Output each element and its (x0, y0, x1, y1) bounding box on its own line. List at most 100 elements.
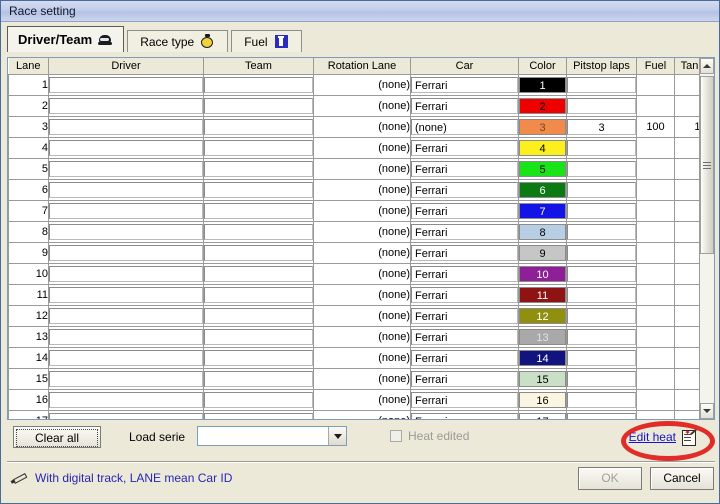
tank-limit-cell[interactable] (674, 137, 699, 159)
pitstop-laps-input[interactable] (567, 245, 636, 261)
rotation-lane-cell[interactable]: (none) (313, 284, 411, 306)
team-cell[interactable] (203, 284, 314, 306)
fuel-cell[interactable] (636, 95, 675, 117)
team-input[interactable] (204, 350, 313, 366)
rotation-lane-cell[interactable]: (none) (313, 347, 411, 369)
pitstop-laps-cell[interactable] (566, 95, 637, 117)
team-input[interactable] (204, 224, 313, 240)
car-input[interactable]: Ferrari (411, 266, 518, 282)
driver-input[interactable] (49, 119, 203, 135)
color-cell[interactable]: 4 (518, 137, 567, 159)
driver-input[interactable] (49, 392, 203, 408)
driver-input[interactable] (49, 287, 203, 303)
team-input[interactable] (204, 140, 313, 156)
lane-cell[interactable]: 2 (8, 95, 49, 117)
car-input[interactable]: Ferrari (411, 245, 518, 261)
fuel-cell[interactable] (636, 179, 675, 201)
col-tank-limit[interactable]: Tank limit (674, 58, 699, 75)
driver-cell[interactable] (48, 95, 204, 117)
tank-limit-cell[interactable] (674, 221, 699, 243)
car-input[interactable]: Ferrari (411, 371, 518, 387)
color-cell[interactable]: 14 (518, 347, 567, 369)
pitstop-laps-input[interactable] (567, 77, 636, 93)
color-swatch[interactable]: 17 (519, 413, 566, 419)
fuel-cell[interactable] (636, 158, 675, 180)
team-input[interactable] (204, 392, 313, 408)
pitstop-laps-input[interactable] (567, 266, 636, 282)
team-input[interactable] (204, 245, 313, 261)
col-fuel[interactable]: Fuel (636, 58, 675, 75)
car-input[interactable]: (none) (411, 119, 518, 135)
team-input[interactable] (204, 308, 313, 324)
tank-limit-cell[interactable] (674, 158, 699, 180)
rotation-lane-cell[interactable]: (none) (313, 389, 411, 411)
pitstop-laps-input[interactable] (567, 287, 636, 303)
table-row[interactable]: 16 (none) Ferrari 16 (8, 389, 699, 411)
team-input[interactable] (204, 182, 313, 198)
fuel-cell[interactable] (636, 326, 675, 348)
fuel-cell[interactable] (636, 200, 675, 222)
driver-cell[interactable] (48, 221, 204, 243)
color-cell[interactable]: 5 (518, 158, 567, 180)
color-cell[interactable]: 9 (518, 242, 567, 264)
tank-limit-cell[interactable] (674, 179, 699, 201)
color-swatch[interactable]: 11 (519, 287, 566, 303)
table-row[interactable]: 12 (none) Ferrari 12 (8, 305, 699, 327)
fuel-cell[interactable]: 100 (636, 116, 675, 138)
color-cell[interactable]: 1 (518, 74, 567, 96)
color-swatch[interactable]: 14 (519, 350, 566, 366)
lane-cell[interactable]: 10 (8, 263, 49, 285)
col-color[interactable]: Color (518, 58, 567, 75)
rotation-lane-cell[interactable]: (none) (313, 326, 411, 348)
table-row[interactable]: 5 (none) Ferrari 5 (8, 158, 699, 180)
car-input[interactable]: Ferrari (411, 161, 518, 177)
fuel-cell[interactable] (636, 221, 675, 243)
color-cell[interactable]: 6 (518, 179, 567, 201)
cancel-button[interactable]: Cancel (650, 467, 714, 490)
edit-document-icon[interactable]: ✦ (681, 429, 697, 446)
driver-cell[interactable] (48, 410, 204, 419)
fuel-cell[interactable] (636, 368, 675, 390)
pitstop-laps-input[interactable] (567, 161, 636, 177)
team-input[interactable] (204, 98, 313, 114)
color-swatch[interactable]: 3 (519, 119, 566, 135)
clear-all-button[interactable]: Clear all (13, 426, 101, 448)
rotation-lane-cell[interactable]: (none) (313, 137, 411, 159)
col-rotation-lane[interactable]: Rotation Lane (313, 58, 411, 75)
color-cell[interactable]: 12 (518, 305, 567, 327)
tank-limit-cell[interactable] (674, 284, 699, 306)
lane-cell[interactable]: 3 (8, 116, 49, 138)
lane-cell[interactable]: 6 (8, 179, 49, 201)
driver-cell[interactable] (48, 200, 204, 222)
table-row[interactable]: 10 (none) Ferrari 10 (8, 263, 699, 285)
driver-input[interactable] (49, 308, 203, 324)
fuel-cell[interactable] (636, 74, 675, 96)
driver-cell[interactable] (48, 74, 204, 96)
col-lane[interactable]: Lane (8, 58, 49, 75)
car-cell[interactable]: Ferrari (410, 389, 519, 411)
driver-cell[interactable] (48, 368, 204, 390)
car-cell[interactable]: Ferrari (410, 284, 519, 306)
pitstop-laps-input[interactable] (567, 329, 636, 345)
car-cell[interactable]: Ferrari (410, 95, 519, 117)
team-cell[interactable] (203, 137, 314, 159)
pitstop-laps-cell[interactable] (566, 242, 637, 264)
lane-cell[interactable]: 17 (8, 410, 49, 419)
table-row[interactable]: 9 (none) Ferrari 9 (8, 242, 699, 264)
pitstop-laps-input[interactable]: 3 (567, 119, 636, 135)
fuel-cell[interactable] (636, 389, 675, 411)
pitstop-laps-input[interactable] (567, 371, 636, 387)
car-cell[interactable]: Ferrari (410, 74, 519, 96)
col-team[interactable]: Team (203, 58, 314, 75)
team-cell[interactable] (203, 179, 314, 201)
combobox-dropdown-button[interactable] (328, 427, 346, 445)
color-cell[interactable]: 11 (518, 284, 567, 306)
pitstop-laps-input[interactable] (567, 224, 636, 240)
rotation-lane-cell[interactable]: (none) (313, 221, 411, 243)
color-cell[interactable]: 16 (518, 389, 567, 411)
car-input[interactable]: Ferrari (411, 287, 518, 303)
rotation-lane-cell[interactable]: (none) (313, 410, 411, 419)
car-input[interactable]: Ferrari (411, 98, 518, 114)
color-cell[interactable]: 7 (518, 200, 567, 222)
rotation-lane-cell[interactable]: (none) (313, 179, 411, 201)
